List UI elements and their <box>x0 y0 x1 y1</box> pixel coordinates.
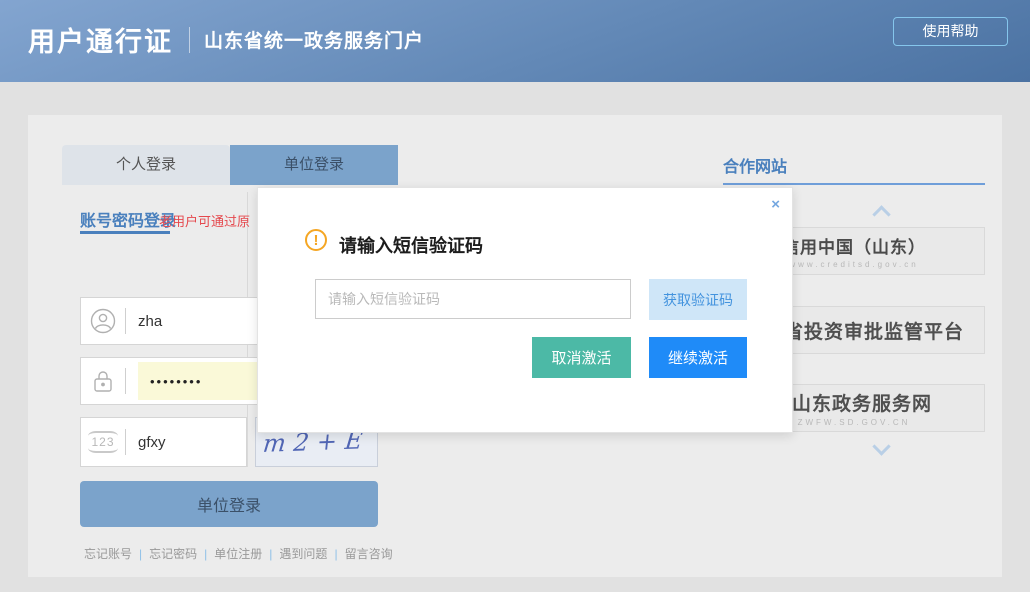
partner-name: 信用中国（山东） <box>782 233 926 258</box>
lock-icon <box>81 368 125 394</box>
captcha-123-icon: 123 <box>81 431 125 453</box>
field-separator <box>125 308 126 334</box>
partner-name: 山东政务服务网 <box>792 389 932 416</box>
brand-row: 用户通行证 山东省统一政务服务门户 <box>28 20 424 59</box>
tab-personal-login[interactable]: 个人登录 <box>62 145 230 185</box>
chevron-up-icon[interactable] <box>872 205 890 223</box>
warning-icon: ! <box>305 229 327 251</box>
cancel-activation-button[interactable]: 取消激活 <box>532 337 631 378</box>
link-forgot-account[interactable]: 忘记账号 <box>84 545 132 562</box>
password-mask: •••••••• <box>150 374 202 389</box>
close-icon[interactable]: × <box>771 196 780 213</box>
org-login-button[interactable]: 单位登录 <box>80 481 378 527</box>
method-underline <box>80 231 170 234</box>
get-code-button[interactable]: 获取验证码 <box>649 279 747 320</box>
link-separator: | <box>269 547 272 561</box>
header: 用户通行证 山东省统一政务服务门户 使用帮助 <box>0 0 1030 82</box>
link-separator: | <box>139 547 142 561</box>
helper-links: 忘记账号 | 忘记密码 | 单位注册 | 遇到问题 | 留言咨询 <box>84 545 393 562</box>
partner-url: www.creditsd.gov.cn <box>789 260 918 269</box>
brand-title: 用户通行证 <box>28 20 173 59</box>
link-problems[interactable]: 遇到问题 <box>279 545 327 562</box>
link-forgot-password[interactable]: 忘记密码 <box>149 545 197 562</box>
sms-code-input[interactable] <box>315 279 631 319</box>
link-feedback[interactable]: 留言咨询 <box>345 545 393 562</box>
partners-underline <box>723 183 985 185</box>
chevron-down-icon[interactable] <box>872 437 890 455</box>
user-icon <box>81 308 125 334</box>
continue-activation-button[interactable]: 继续激活 <box>649 337 747 378</box>
username-value: zha <box>138 313 162 330</box>
link-separator: | <box>204 547 207 561</box>
tab-organization-login[interactable]: 单位登录 <box>230 145 398 185</box>
modal-title: 请输入短信验证码 <box>339 232 483 258</box>
partner-url: ZWFW.SD.GOV.CN <box>798 418 911 427</box>
help-button[interactable]: 使用帮助 <box>893 17 1008 46</box>
brand-divider <box>189 27 190 53</box>
field-separator <box>125 368 126 394</box>
captcha-field[interactable]: 123 gfxy <box>80 417 247 467</box>
sms-verification-modal: × ! 请输入短信验证码 获取验证码 取消激活 继续激活 <box>257 187 793 433</box>
old-user-notice: 老用户可通过原 <box>159 211 256 230</box>
field-separator <box>125 429 126 455</box>
captcha-value: gfxy <box>138 434 166 451</box>
link-separator: | <box>334 547 337 561</box>
partners-title: 合作网站 <box>723 153 787 177</box>
portal-subtitle: 山东省统一政务服务门户 <box>204 26 424 53</box>
link-org-register[interactable]: 单位注册 <box>214 545 262 562</box>
